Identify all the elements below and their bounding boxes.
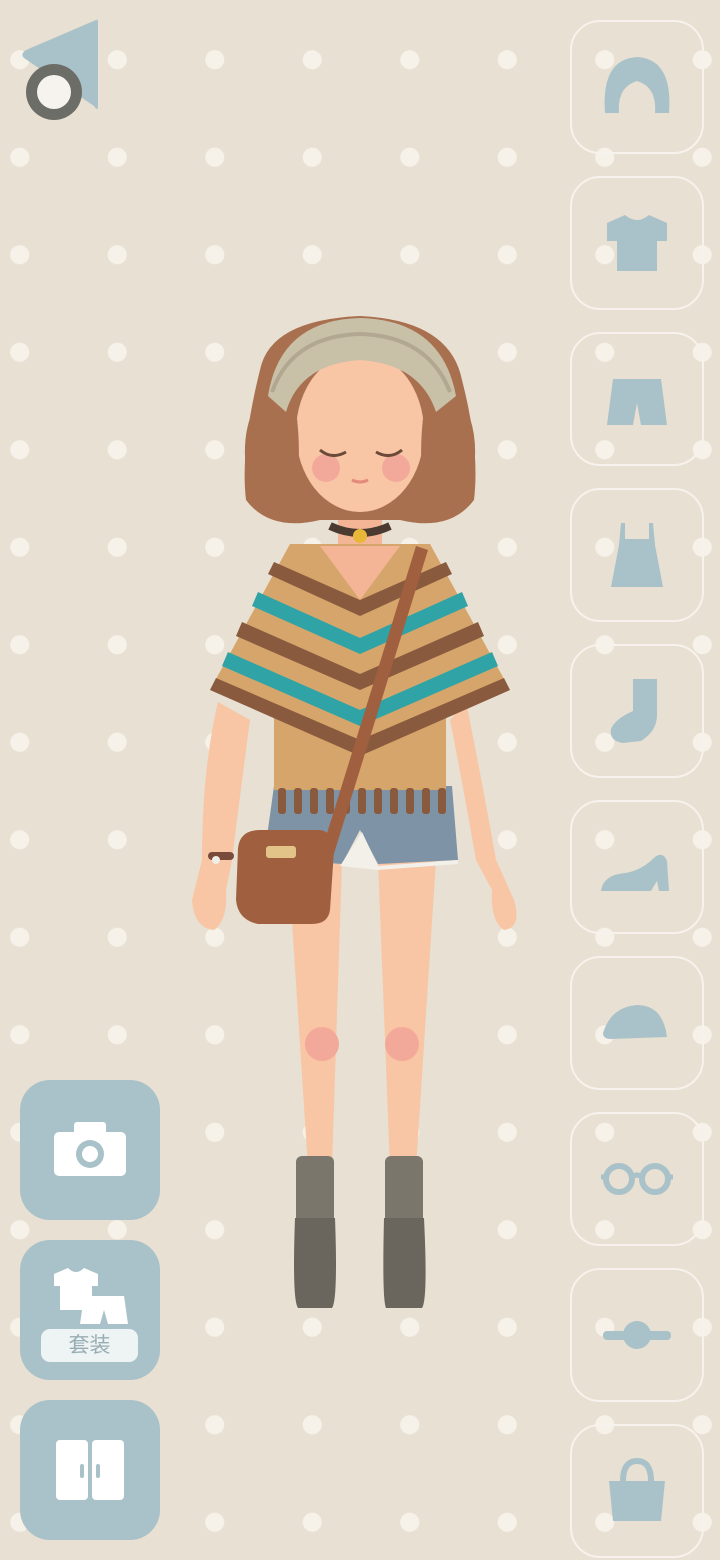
shorts-icon: [607, 379, 667, 425]
character-figure: [180, 300, 540, 1340]
hair-icon: [604, 57, 670, 113]
handbag-icon: [609, 1457, 665, 1521]
category-shoes-button[interactable]: [570, 800, 704, 934]
category-top-button[interactable]: [570, 176, 704, 310]
choker-icon: [603, 1321, 671, 1349]
sock-icon: [610, 679, 657, 743]
back-triangle-icon: [22, 19, 98, 120]
category-bag-button[interactable]: [570, 1424, 704, 1558]
category-hat-button[interactable]: [570, 956, 704, 1090]
wardrobe-icon: [56, 1440, 124, 1500]
outfit-button[interactable]: 套装: [20, 1240, 160, 1380]
camera-button[interactable]: [20, 1080, 160, 1220]
category-dress-button[interactable]: [570, 488, 704, 622]
back-button[interactable]: [14, 14, 106, 126]
heel-shoe-icon: [601, 854, 669, 891]
category-glasses-button[interactable]: [570, 1112, 704, 1246]
tshirt-icon: [607, 215, 667, 271]
category-accessory-button[interactable]: [570, 1268, 704, 1402]
outfit-label: 套装: [41, 1329, 138, 1362]
dress-icon: [611, 523, 663, 587]
cap-icon: [603, 1005, 667, 1039]
camera-icon: [54, 1122, 126, 1176]
wardrobe-button[interactable]: [20, 1400, 160, 1540]
category-socks-button[interactable]: [570, 644, 704, 778]
category-hair-button[interactable]: [570, 20, 704, 154]
glasses-icon: [601, 1163, 673, 1195]
category-bottom-button[interactable]: [570, 332, 704, 466]
